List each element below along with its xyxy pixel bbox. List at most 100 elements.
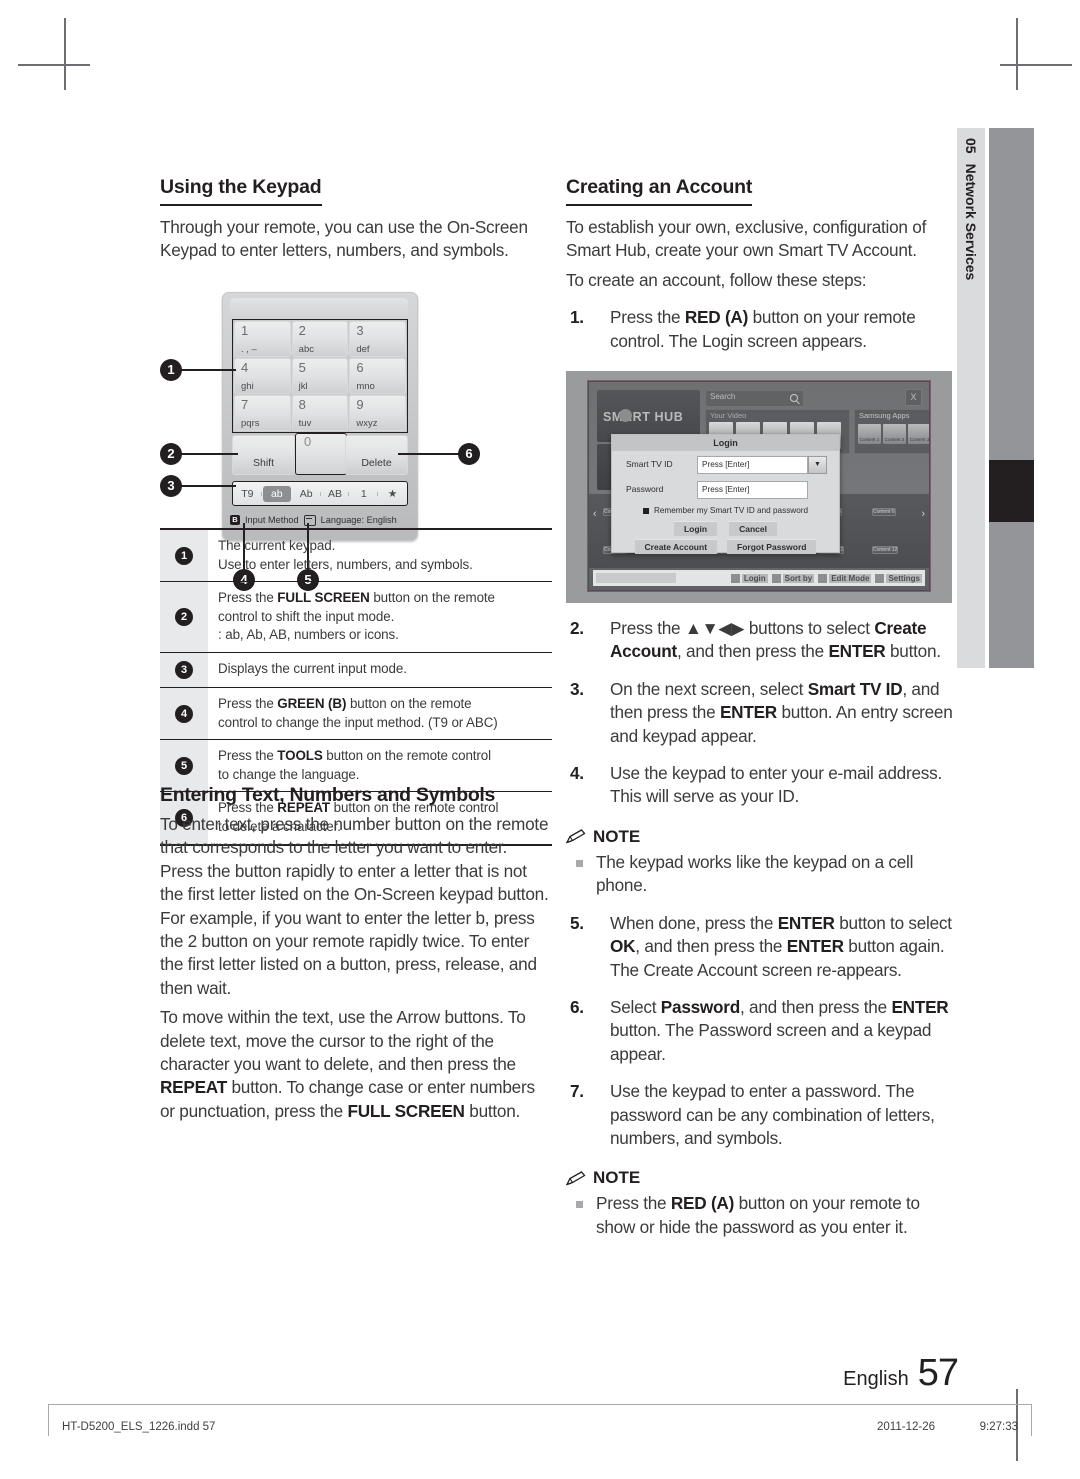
keypad-input-mode-bar: T9 ab Ab AB 1 ★: [232, 481, 408, 506]
bottom-bar-blank: [596, 573, 676, 584]
login-button[interactable]: Login: [673, 521, 718, 537]
creating-account-intro-2: To create an account, follow these steps…: [566, 269, 867, 290]
list-item[interactable]: Content 6: [871, 500, 915, 524]
step-number: 6.: [570, 996, 584, 1017]
app-tile[interactable]: Content 2: [883, 424, 906, 445]
entering-text-section: Entering Text, Numbers and Symbols To en…: [160, 784, 552, 1123]
color-swatch-icon: [818, 573, 828, 583]
step-text: Select Password, and then press the ENTE…: [610, 996, 949, 1064]
mode-numbers[interactable]: 1: [349, 488, 378, 500]
keypad-key-6[interactable]: 6 mno: [349, 358, 406, 394]
callout-2: 2: [160, 443, 182, 465]
close-icon[interactable]: X: [905, 389, 922, 407]
leader-line-6: [398, 453, 460, 455]
footer-date: 2011-12-26: [877, 1421, 935, 1433]
chapter-title: Network Services: [963, 163, 979, 281]
step-number: 2.: [570, 618, 584, 639]
mode-ab-upper[interactable]: AB: [321, 488, 350, 500]
bottom-bar-settings[interactable]: Settings: [875, 573, 922, 583]
key-number: 4: [241, 360, 249, 375]
legend-line: Press the GREEN (B) button on the remote: [218, 695, 472, 711]
keypad-key-2[interactable]: 2 abc: [291, 321, 349, 357]
list-item: 4. Use the keypad to enter your e-mail a…: [566, 762, 958, 809]
note-heading-2: NOTE: [566, 1168, 958, 1188]
steps-list-5-7: 5. When done, press the ENTER button to …: [566, 912, 958, 1151]
table-row: 2 Press the FULL SCREEN button on the re…: [160, 582, 552, 653]
password-row: Password Press [Enter]: [612, 481, 839, 501]
bottom-bar-edit-mode[interactable]: Edit Mode: [818, 573, 872, 583]
chevron-left-icon[interactable]: ‹: [593, 508, 597, 520]
legend-number-cell: 4: [160, 687, 208, 740]
search-input[interactable]: Search: [705, 390, 804, 408]
smart-tv-id-input[interactable]: Press [Enter]: [697, 456, 808, 475]
creating-account-intro-1: To establish your own, exclusive, config…: [566, 217, 927, 261]
color-swatch-icon: [730, 573, 740, 583]
list-item[interactable]: Content 12: [871, 538, 915, 562]
step-number: 3.: [570, 678, 584, 699]
cancel-button[interactable]: Cancel: [729, 521, 777, 537]
mode-symbols[interactable]: ★: [378, 488, 407, 500]
login-dialog-buttons-row-2: Create Account Forgot Password: [612, 539, 839, 555]
bottom-bar-login[interactable]: Login: [730, 573, 768, 583]
keypad-key-8[interactable]: 8 tuv: [291, 395, 349, 431]
keypad-delete-key[interactable]: Delete: [345, 435, 408, 475]
callout-3: 3: [160, 475, 182, 497]
chapter-number: 05: [963, 138, 979, 154]
key-letters: ghi: [241, 381, 254, 392]
onscreen-keypad: 1 . , – 2 abc 3 def 4 ghi 5 jkl 6 mno 7 …: [222, 292, 418, 541]
legend-text-2: Press the FULL SCREEN button on the remo…: [208, 582, 552, 652]
legend-number-cell: 1: [160, 530, 208, 582]
chevron-down-icon[interactable]: ▼: [808, 456, 827, 475]
smart-tv-id-row: Smart TV ID Press [Enter] ▼: [612, 456, 839, 476]
keypad-key-3[interactable]: 3 def: [349, 321, 406, 357]
create-account-button[interactable]: Create Account: [634, 539, 718, 555]
key-number: 7: [241, 397, 249, 412]
footer-time: 9:27:33: [979, 1421, 1018, 1433]
samsung-apps-tiles: Content 1 Content 2 Content 3 Content 4: [858, 424, 929, 445]
key-number: 1: [241, 323, 249, 338]
key-number: 6: [356, 360, 364, 375]
color-swatch-icon: [875, 573, 885, 583]
steps-list-first: 1. Press the RED (A) button on your remo…: [566, 306, 958, 353]
table-row: 1 The current keypad. Use to enter lette…: [160, 530, 552, 583]
step-text: When done, press the ENTER button to sel…: [610, 912, 952, 980]
bottom-bar-label: Login: [741, 573, 768, 583]
bottom-bar-label: Sort by: [782, 573, 815, 583]
keypad-key-5[interactable]: 5 jkl: [291, 358, 349, 394]
forgot-password-button[interactable]: Forgot Password: [727, 539, 817, 555]
key-number: 5: [298, 360, 306, 375]
keypad-key-7[interactable]: 7 pqrs: [234, 395, 291, 431]
keypad-title-bar: [230, 298, 408, 317]
login-dialog: Login Smart TV ID Press [Enter] ▼ Passwo…: [611, 434, 840, 555]
mode-ab-title[interactable]: Ab: [292, 488, 321, 500]
bottom-bar-label: Edit Mode: [829, 573, 872, 583]
key-letters: wxyz: [356, 418, 378, 429]
manual-page: Using the Keypad Through your remote, yo…: [0, 0, 1080, 1479]
green-b-button-icon: B: [230, 515, 240, 525]
search-placeholder: Search: [710, 392, 736, 402]
legend-number-cell: 3: [160, 652, 208, 687]
keypad-key-4[interactable]: 4 ghi: [234, 358, 291, 394]
legend-text-4: Press the GREEN (B) button on the remote…: [208, 688, 552, 739]
bottom-bar-sort-by[interactable]: Sort by: [771, 573, 815, 583]
keypad-shift-key[interactable]: Shift: [232, 435, 295, 475]
keypad-key-0[interactable]: 0: [295, 433, 347, 475]
mode-ab-lower[interactable]: ab: [262, 485, 291, 502]
chapter-thumb-marker: [989, 460, 1034, 522]
remember-credentials-checkbox[interactable]: Remember my Smart TV ID and password: [612, 506, 839, 515]
keypad-key-1[interactable]: 1 . , –: [234, 321, 291, 357]
chapter-thumb-index-bar: [989, 128, 1034, 668]
keypad-key-9[interactable]: 9 wxyz: [349, 395, 406, 431]
key-letters: mno: [356, 381, 375, 392]
step-text: On the next screen, select Smart TV ID, …: [610, 678, 953, 746]
tile-thumb: Content 6: [871, 508, 896, 517]
smart-hub-login-screenshot: SMART HUB Search X Your Video Samsung Ap…: [566, 371, 952, 604]
app-tile[interactable]: Content 3: [908, 424, 929, 445]
app-tile[interactable]: Content 1: [858, 424, 881, 445]
search-icon: [790, 394, 798, 403]
password-input[interactable]: Press [Enter]: [697, 481, 808, 500]
mode-t9[interactable]: T9: [233, 488, 262, 500]
chevron-right-icon[interactable]: ›: [921, 508, 925, 520]
step-number: 4.: [570, 763, 584, 784]
list-item: 5. When done, press the ENTER button to …: [566, 912, 958, 982]
